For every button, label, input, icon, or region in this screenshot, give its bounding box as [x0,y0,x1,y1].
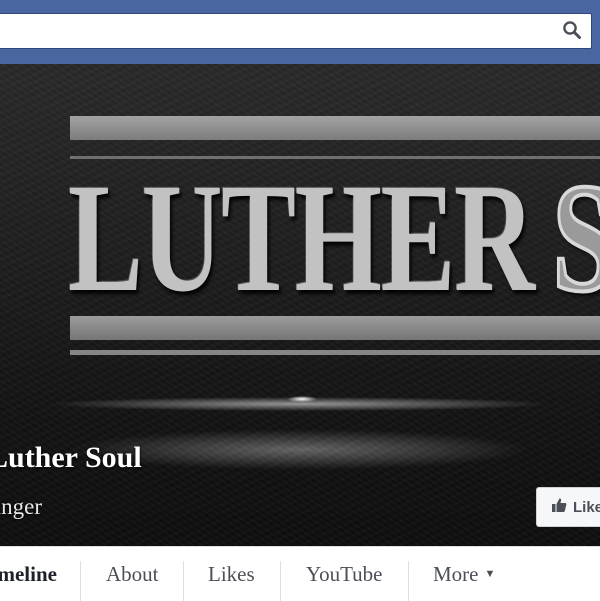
tab-divider [408,561,409,601]
caret-down-icon: ▼ [484,568,496,580]
search-button[interactable] [556,17,588,47]
logo-bar-bottom-thin [70,350,600,355]
search-input[interactable] [0,13,592,49]
tab-divider [280,561,281,601]
tab-label: About [106,561,159,586]
search-icon [562,20,582,45]
page-category: Singer [0,494,43,519]
tab-youtube[interactable]: YouTube [306,547,382,601]
tab-likes[interactable]: Likes [208,547,255,601]
page-title[interactable]: Luther Soul [0,441,142,475]
like-button[interactable]: Like [536,487,600,527]
tab-more[interactable]: More ▼ [433,547,495,601]
cover-logo: LUTHERSOUL [68,158,600,318]
tab-label: YouTube [306,561,383,586]
like-button-label: Like [573,498,600,516]
logo-word-luther: LUTHER [68,151,535,324]
tab-label: More [433,561,479,586]
tab-divider [80,561,81,601]
page-tabs: Timeline About Likes YouTube More ▼ [0,546,600,601]
tab-about[interactable]: About [106,547,159,601]
tab-label: Timeline [0,561,57,586]
top-navigation-bar [0,0,600,65]
thumbs-up-icon [551,497,567,518]
light-flare [288,396,316,402]
tab-divider [183,561,184,601]
logo-word-soul: SOUL [551,151,600,324]
tab-timeline[interactable]: Timeline [0,547,57,601]
cover-photo[interactable]: LUTHERSOUL Luther Soul Singer Like [0,64,600,546]
logo-bar-bottom [70,316,600,340]
logo-bar-top [70,116,600,140]
tab-label: Likes [208,561,255,586]
